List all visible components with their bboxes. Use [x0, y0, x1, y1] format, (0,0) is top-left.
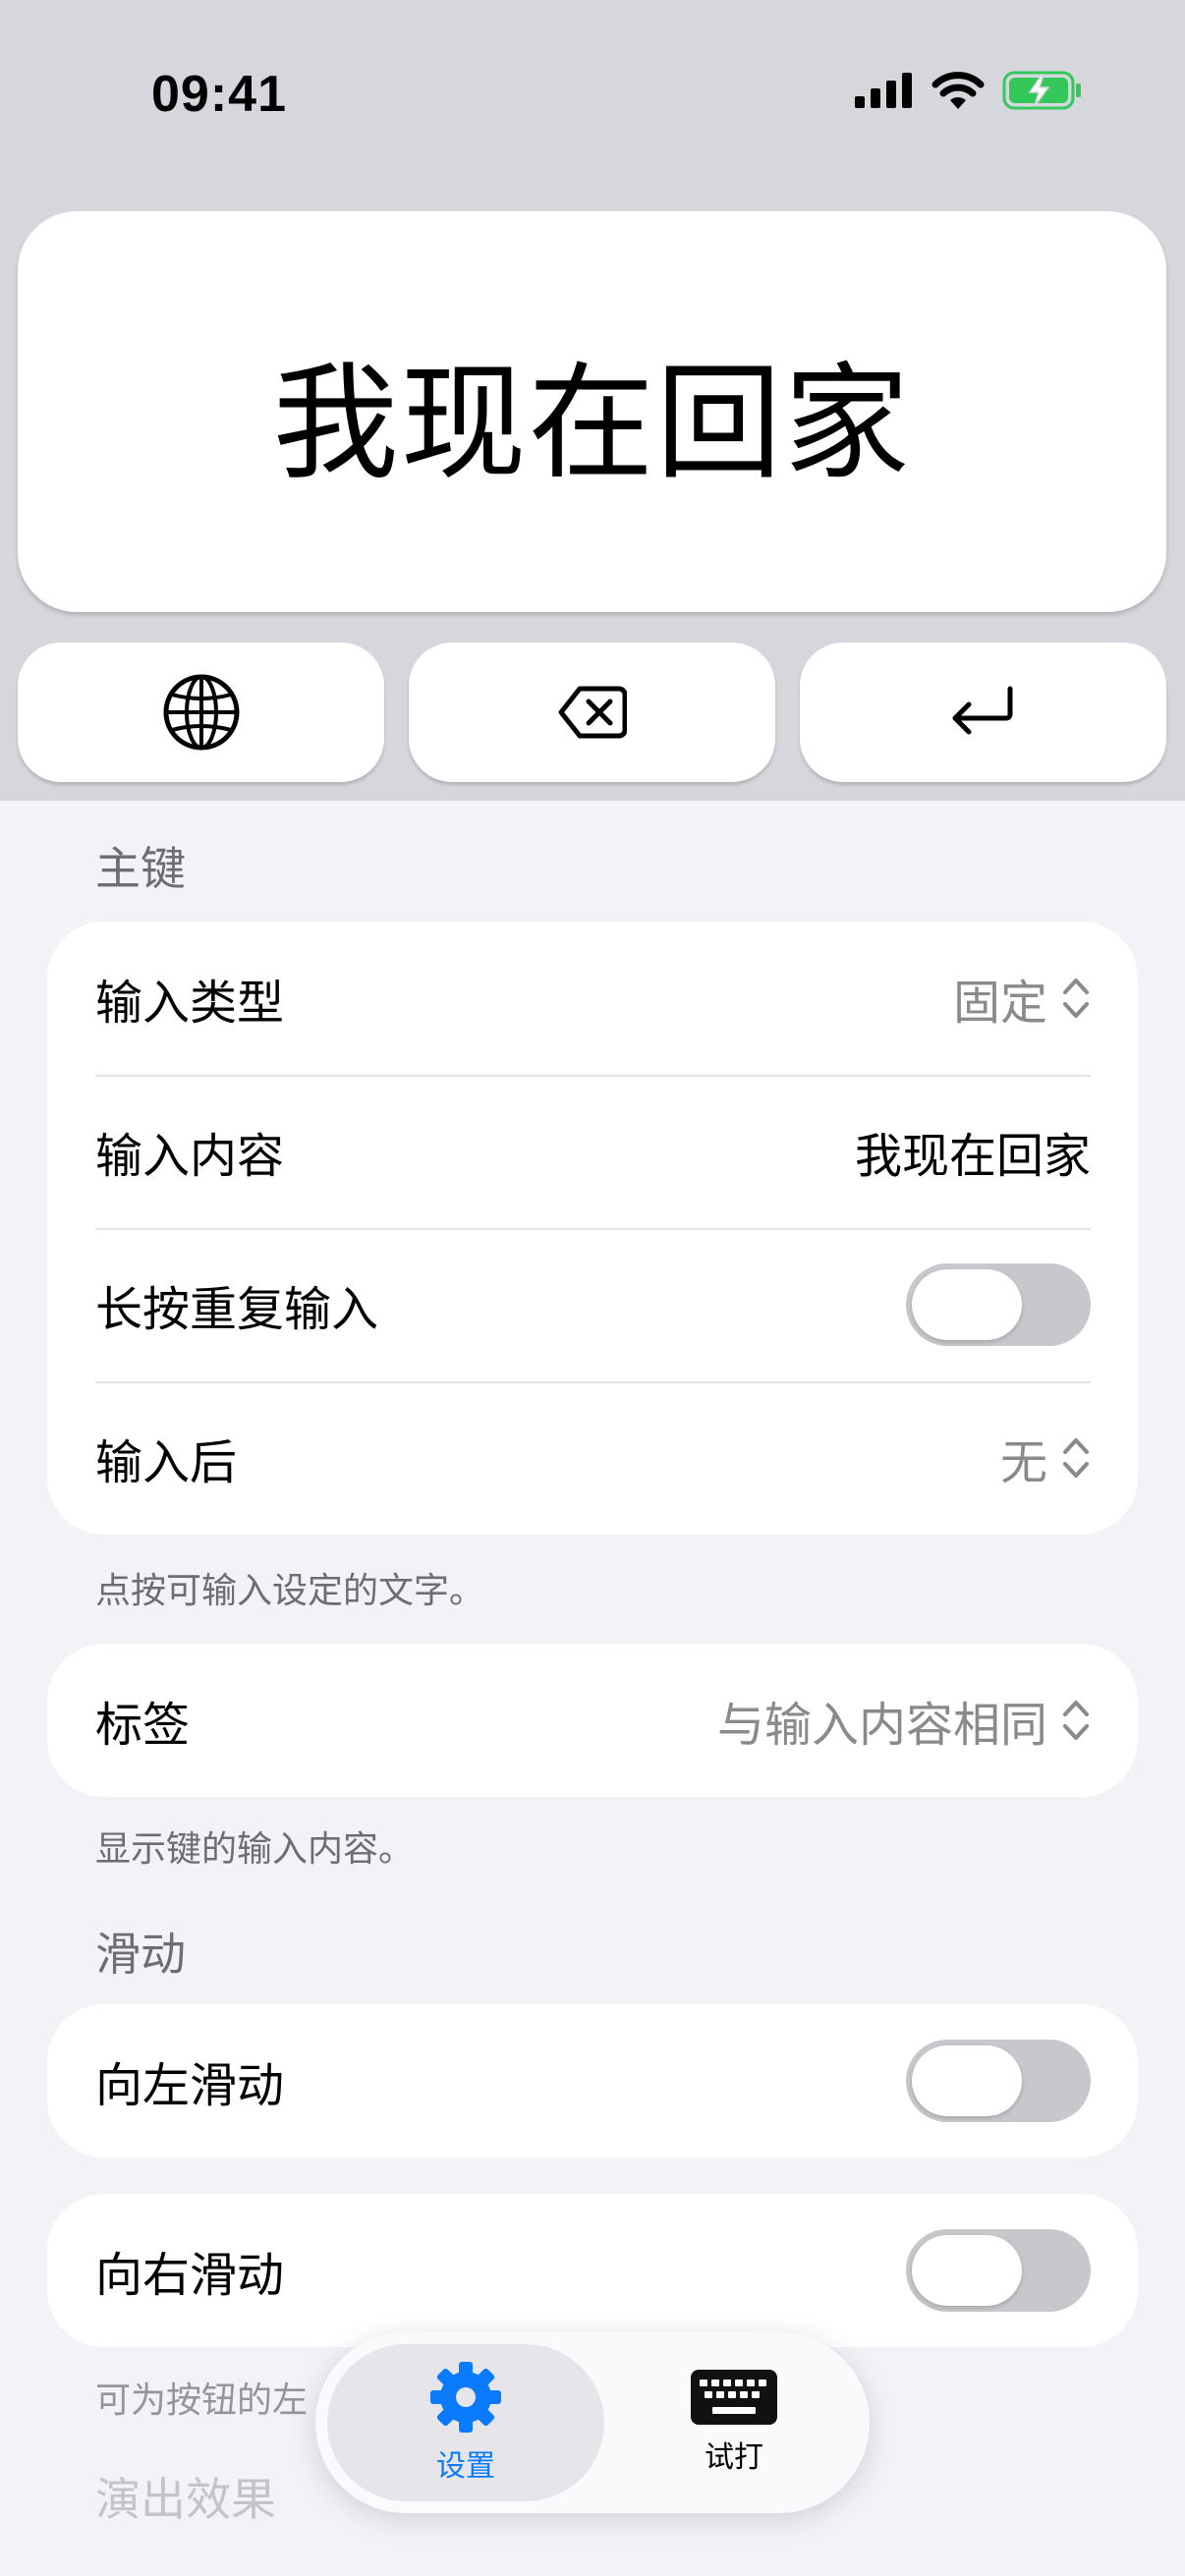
battery-charging-icon: [1002, 71, 1081, 110]
globe-key[interactable]: [18, 643, 384, 782]
status-time: 09:41: [151, 66, 287, 123]
globe-icon: [163, 674, 239, 751]
toggle-knob: [912, 2235, 1022, 2306]
row-label: 输入后: [95, 1435, 238, 1490]
label-footer: 显示键的输入内容。: [95, 1829, 415, 1870]
swipe-left-toggle[interactable]: [906, 2040, 1091, 2122]
row-label: 向右滑动: [95, 2248, 285, 2303]
tab-settings-label: 设置: [436, 2449, 495, 2484]
row-value: 无: [999, 1435, 1047, 1490]
toggle-knob: [912, 1269, 1022, 1340]
row-input-content[interactable]: 输入内容 我现在回家: [47, 1075, 1138, 1228]
cellular-signal-icon: [855, 73, 912, 108]
tab-typing[interactable]: 试打: [610, 2344, 858, 2501]
swipe-left-group: 向左滑动: [47, 2004, 1138, 2157]
row-label: 输入内容: [95, 1129, 285, 1184]
row-after-input[interactable]: 输入后 无: [47, 1381, 1138, 1535]
chevron-up-down-icon: [1063, 1438, 1089, 1478]
row-label-setting[interactable]: 标签 与输入内容相同: [47, 1644, 1138, 1797]
delete-key[interactable]: [409, 643, 775, 782]
input-content-value[interactable]: 我现在回家: [855, 1117, 1091, 1186]
row-label: 向左滑动: [95, 2058, 285, 2113]
row-label: 输入类型: [95, 976, 285, 1031]
row-label: 标签: [95, 1698, 191, 1753]
label-picker[interactable]: 与输入内容相同: [717, 1686, 1091, 1755]
key-preview-text: 我现在回家: [272, 350, 912, 497]
chevron-up-down-icon: [1063, 979, 1089, 1018]
row-swipe-left: 向左滑动: [47, 2004, 1138, 2157]
status-icons: [855, 71, 1083, 110]
delete-icon: [558, 686, 627, 739]
return-key[interactable]: [800, 643, 1166, 782]
row-long-press-repeat: 长按重复输入: [47, 1228, 1138, 1381]
long-press-repeat-toggle[interactable]: [906, 1263, 1091, 1346]
main-key-footer: 点按可输入设定的文字。: [95, 1571, 485, 1611]
section-header-effects: 演出效果: [95, 2473, 276, 2526]
after-input-picker[interactable]: 无: [1000, 1424, 1091, 1492]
key-preview: 我现在回家: [18, 211, 1166, 612]
row-swipe-right: 向右滑动: [47, 2194, 1138, 2347]
wifi-icon: [931, 72, 985, 109]
tab-settings[interactable]: 设置: [327, 2344, 604, 2501]
keyboard-icon: [691, 2370, 777, 2425]
chevron-up-down-icon: [1063, 1701, 1089, 1740]
section-header-swipe: 滑动: [95, 1928, 186, 1981]
main-key-group: 输入类型 固定 输入内容 我现在回家 长按重复输入 输入后 无: [47, 922, 1138, 1535]
row-value: 与输入内容相同: [716, 1698, 1047, 1753]
label-group: 标签 与输入内容相同: [47, 1644, 1138, 1797]
row-label: 长按重复输入: [95, 1282, 379, 1337]
input-type-picker[interactable]: 固定: [953, 964, 1091, 1033]
keyboard-preview-area: 09:41 我现在回家: [0, 0, 1185, 801]
toggle-knob: [912, 2045, 1022, 2116]
swipe-right-group: 向右滑动: [47, 2194, 1138, 2347]
tab-bar: 设置 试打: [315, 2332, 870, 2513]
section-header-main-key: 主键: [95, 842, 186, 895]
row-input-type[interactable]: 输入类型 固定: [47, 922, 1138, 1075]
swipe-footer: 可为按钮的左: [95, 2380, 309, 2421]
gear-icon: [430, 2362, 501, 2433]
return-icon: [952, 686, 1012, 735]
swipe-right-toggle[interactable]: [906, 2229, 1091, 2312]
tab-typing-label: 试打: [705, 2440, 763, 2475]
row-value: 固定: [952, 976, 1047, 1031]
